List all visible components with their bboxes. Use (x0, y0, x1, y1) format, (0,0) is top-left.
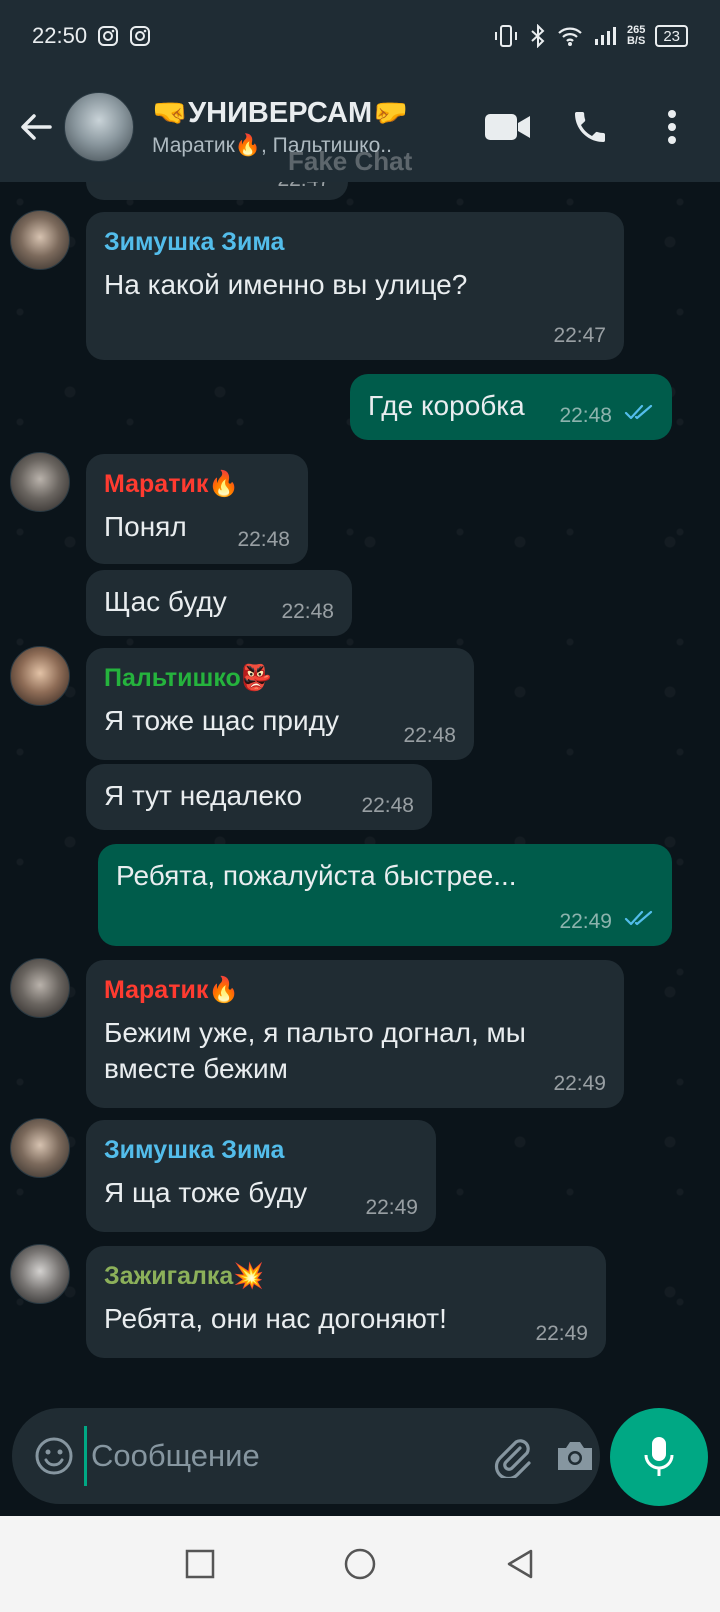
recent-apps-button[interactable] (170, 1534, 230, 1594)
instagram-icon (129, 25, 151, 47)
message-time: 22:49 (553, 1072, 606, 1095)
message-bubble[interactable]: Маратик🔥 Понял 22:48 (86, 454, 308, 564)
message-text: На какой именно вы улице? (104, 269, 468, 300)
camera-button[interactable] (554, 1428, 596, 1484)
arrow-left-icon (21, 114, 52, 140)
signal-icon (593, 25, 617, 47)
camera-icon (558, 1442, 592, 1470)
double-check-icon (624, 403, 654, 426)
wifi-icon (557, 25, 583, 47)
net-speed: 265 B/S (627, 25, 645, 47)
emoji-button[interactable] (34, 1426, 74, 1486)
sender-name: Маратик🔥 (104, 470, 240, 498)
status-left: 22:50 (32, 23, 151, 49)
message-time: 22:48 (361, 794, 414, 817)
double-check-icon (624, 909, 654, 932)
message-time: 22:49 (535, 1322, 588, 1345)
message-time: 22:47 (277, 182, 330, 192)
group-avatar[interactable] (64, 92, 134, 162)
message-input[interactable] (84, 1426, 490, 1486)
triangle-back-icon (507, 1549, 533, 1579)
message-bubble-outgoing[interactable]: Ребята, пожалуйста быстрее... 22:49 (98, 844, 672, 946)
home-button[interactable] (330, 1534, 390, 1594)
bluetooth-icon (529, 24, 547, 48)
sender-name: Пальтишко👺 (104, 664, 272, 692)
message-time: 22:49 (559, 910, 612, 933)
watermark: Fake Chat (288, 146, 413, 176)
sender-name: Маратик🔥 (104, 976, 240, 1004)
battery-indicator: 23 (655, 25, 688, 47)
status-bar: 22:50 265 B/S 23 (0, 0, 720, 72)
message-text: Ребята, пожалуйста быстрее... (116, 860, 517, 891)
message-bubble[interactable]: Зажигалка💥 Ребята, они нас догоняют! 22:… (86, 1246, 606, 1358)
vibrate-icon (493, 24, 519, 48)
message-bubble[interactable]: Зимушка Зима На какой именно вы улице? 2… (86, 212, 624, 360)
voice-message-button[interactable] (610, 1408, 708, 1506)
status-right: 265 B/S 23 (493, 24, 688, 48)
message-time: 22:48 (237, 528, 290, 551)
group-title: 🤜УНИВЕРСАМ🤛 (152, 97, 409, 129)
message-bubble[interactable]: 22:47 (86, 182, 348, 200)
message-text: Ребята, они нас догоняют! (104, 1303, 447, 1334)
sender-name: Зажигалка💥 (104, 1262, 265, 1290)
paperclip-icon (494, 1439, 531, 1478)
sender-avatar[interactable] (10, 958, 70, 1018)
square-icon (185, 1549, 215, 1579)
back-nav-button[interactable] (490, 1534, 550, 1594)
circle-icon (344, 1548, 376, 1580)
sender-name: Зимушка Зима (104, 1136, 285, 1164)
video-call-button[interactable] (478, 97, 538, 157)
message-time: 22:48 (403, 724, 456, 747)
sender-avatar[interactable] (10, 646, 70, 706)
video-camera-icon (485, 114, 530, 140)
sender-avatar[interactable] (10, 210, 70, 270)
net-speed-unit: B/S (626, 35, 646, 47)
message-bubble[interactable]: Зимушка Зима Я ща тоже буду 22:49 (86, 1120, 436, 1232)
sender-avatar[interactable] (10, 1118, 70, 1178)
message-time: 22:48 (559, 404, 612, 427)
message-time: 22:47 (553, 324, 606, 347)
system-nav-bar (0, 1516, 720, 1612)
message-bubble[interactable]: Я тут недалеко 22:48 (86, 764, 432, 830)
voice-call-button[interactable] (560, 97, 620, 157)
message-time: 22:49 (365, 1196, 418, 1219)
status-time: 22:50 (32, 23, 88, 48)
more-vertical-icon (668, 110, 676, 144)
emoji-icon (35, 1437, 73, 1475)
instagram-icon (97, 25, 119, 47)
message-bubble[interactable]: Пальтишко👺 Я тоже щас приду 22:48 (86, 648, 474, 760)
more-options-button[interactable] (642, 97, 702, 157)
message-text: Бежим уже, я пальто догнал, мы вместе бе… (104, 1017, 526, 1084)
attach-button[interactable] (490, 1428, 534, 1484)
back-button[interactable] (8, 99, 64, 155)
message-bubble-outgoing[interactable]: Где коробка 22:48 (350, 374, 672, 440)
sender-name: Зимушка Зима (104, 228, 285, 256)
message-bubble[interactable]: Маратик🔥 Бежим уже, я пальто догнал, мы … (86, 960, 624, 1108)
message-list[interactable]: 22:47 Зимушка Зима На какой именно вы ул… (0, 182, 720, 1404)
phone-icon (575, 112, 605, 142)
message-bubble[interactable]: Щас буду 22:48 (86, 570, 352, 636)
composer-bar (12, 1408, 600, 1504)
header-actions (478, 97, 702, 157)
sender-avatar[interactable] (10, 1244, 70, 1304)
sender-avatar[interactable] (10, 452, 70, 512)
microphone-icon (644, 1437, 674, 1476)
message-time: 22:48 (281, 600, 334, 623)
